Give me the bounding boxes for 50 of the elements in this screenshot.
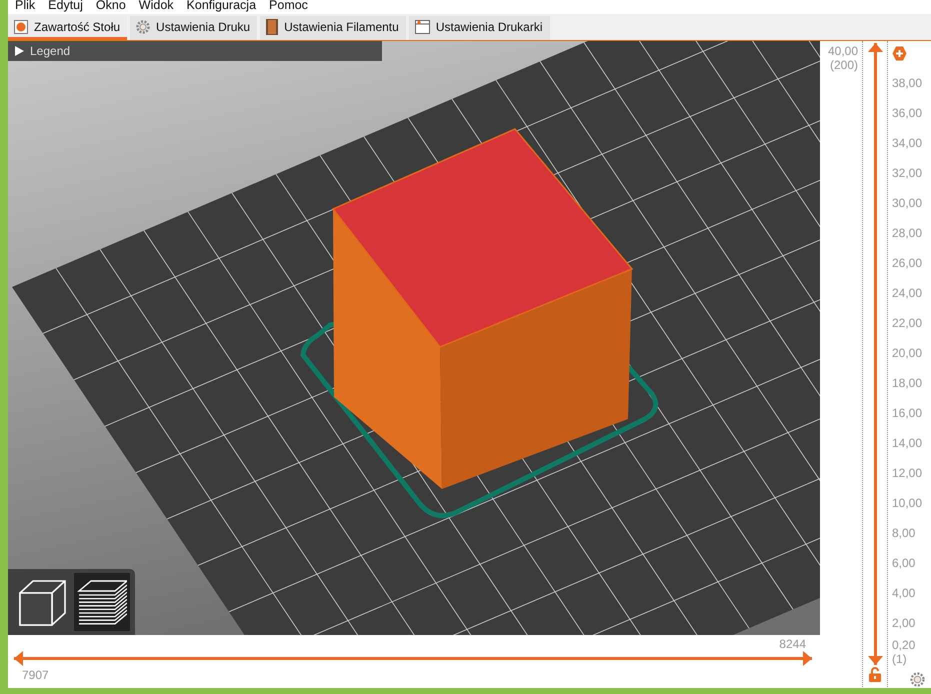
scale-label: 20,00 [891,344,924,362]
left-thumb[interactable] [14,651,23,666]
add-icon[interactable] [892,46,907,61]
menu-item[interactable]: Edytuj [48,0,83,14]
scale-label: 34,00 [891,134,924,152]
scale-label: 10,00 [891,494,924,512]
scale-label: 26,00 [891,254,924,272]
layer-number: (1) [891,652,908,666]
plate-icon [14,20,28,34]
tab[interactable]: Ustawienia Filamentu [260,16,406,40]
scale-label: 24,00 [891,284,924,302]
gear-icon [136,20,150,34]
unlocked-padlock-icon[interactable] [869,667,881,682]
tab[interactable]: Ustawienia Druku [130,16,258,40]
legend-bar[interactable]: Legend [8,41,382,61]
settings-icon[interactable] [910,672,925,687]
scale-label: 38,00 [891,74,924,92]
scale-label: 18,00 [891,374,924,392]
window-icon [414,20,430,34]
cube-icon [17,577,67,627]
scale-label: 4,00 [891,584,916,602]
scale-label: 32,00 [891,164,924,182]
lower-thumb[interactable] [868,656,882,665]
layer-number: (200) [828,58,858,72]
menu-item[interactable]: Pomoc [269,0,308,14]
scale-label: 14,00 [891,434,924,452]
menu-item[interactable]: Konfiguracja [186,0,256,14]
legend-label: Legend [30,43,70,60]
slider-value: 7907 [21,667,50,682]
scale-label: 36,00 [891,104,924,122]
menu-item[interactable]: Widok [138,0,174,14]
right-thumb[interactable] [803,651,812,666]
slider-value: 40,00 [826,44,858,58]
scale-label: 28,00 [891,224,924,242]
scale-label: 8,00 [891,524,916,542]
scale-label: 12,00 [891,464,924,482]
tab[interactable]: Ustawienia Drukarki [408,16,550,40]
scale-label: 22,00 [891,314,924,332]
scale-label: 6,00 [891,554,916,572]
layers-view-button[interactable] [74,573,130,631]
menu-item[interactable]: Okno [96,0,126,14]
scale-label: 2,00 [891,614,916,632]
upper-thumb[interactable] [868,43,882,52]
scale-label: 16,00 [891,404,924,422]
slider-value: 8244 [778,636,807,652]
tab[interactable]: Zawartość Stołu [8,16,128,40]
scale-label: 30,00 [891,194,924,212]
menu-item[interactable]: Plik [15,0,36,14]
slider-value: 0,20 [891,638,916,652]
spool-icon [266,18,278,34]
